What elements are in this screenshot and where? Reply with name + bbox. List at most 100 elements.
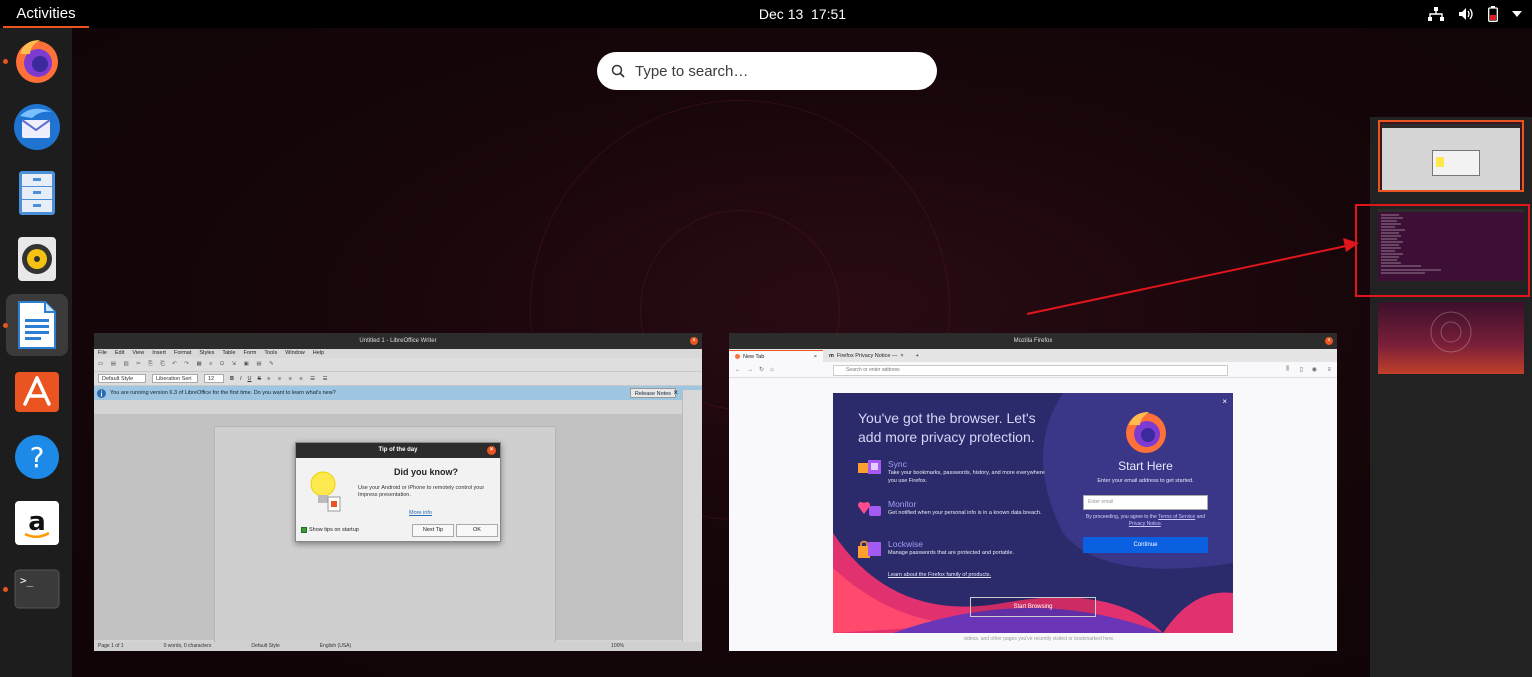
status-bar: Page 1 of 1 0 words, 0 characters Defaul… [94, 642, 702, 651]
library-icon[interactable]: ⫼ [1286, 366, 1289, 373]
underline-button[interactable]: U [248, 376, 252, 382]
dialog-heading: Did you know? [394, 467, 458, 477]
dialog-close-icon[interactable]: × [487, 446, 496, 455]
standard-toolbar[interactable]: ▭ ▤ ▥ ✂ ⎘ ⎗ ↶ ↷ ▦ ≡ Ω ⇲ ▣ ▤ ✎ [94, 358, 702, 372]
terms-of-service-link[interactable]: Terms of Service [1158, 514, 1195, 520]
menu-tools[interactable]: Tools [264, 349, 277, 358]
dock-amazon[interactable]: a [6, 492, 68, 554]
annotation-highlight-box [1355, 204, 1530, 297]
sidebar-icon[interactable]: ▯ [1300, 366, 1303, 373]
window-preview-firefox[interactable]: Mozilla Firefox × New Tab × m Firefox Pr… [729, 333, 1337, 651]
learn-more-link[interactable]: Learn about the Firefox family of produc… [888, 572, 991, 578]
account-icon[interactable]: ◉ [1312, 366, 1317, 373]
continue-button[interactable]: Continue [1083, 537, 1208, 553]
tab-close-icon[interactable]: × [814, 351, 817, 363]
menu-icon[interactable]: ≡ [1327, 367, 1331, 373]
font-name-select[interactable]: Liberation Seri [152, 374, 198, 383]
running-indicator [3, 323, 8, 328]
window-preview-writer[interactable]: Untitled 1 - LibreOffice Writer × File E… [94, 333, 702, 651]
reload-icon[interactable]: ↻ [759, 366, 764, 373]
url-bar[interactable]: Search or enter address [833, 365, 1228, 376]
menu-edit[interactable]: Edit [115, 349, 124, 358]
firefox-logo-icon [1126, 412, 1166, 453]
strike-button[interactable]: S [258, 376, 262, 382]
tab-new-tab[interactable]: New Tab × [729, 350, 823, 362]
top-bar: Activities Dec 13 17:51 [0, 0, 1532, 28]
battery-icon[interactable] [1488, 6, 1498, 22]
search-entry[interactable] [597, 52, 937, 90]
feature-desc: Manage passwords that are protected and … [888, 550, 1014, 556]
dock-help[interactable]: ? [6, 426, 68, 488]
dock-software[interactable] [6, 360, 68, 422]
volume-icon[interactable] [1458, 7, 1474, 21]
sidebar-deck[interactable] [682, 390, 702, 642]
svg-text:a: a [28, 507, 46, 537]
toolbar-icons[interactable]: ▭ ▤ ▥ ✂ ⎘ ⎗ ↶ ↷ ▦ ≡ Ω ⇲ ▣ ▤ ✎ [98, 361, 277, 368]
activities-button[interactable]: Activities [3, 0, 89, 28]
menu-window[interactable]: Window [285, 349, 305, 358]
clock[interactable]: Dec 13 17:51 [740, 0, 865, 28]
clock-time: 17:51 [811, 6, 847, 22]
network-wired-icon[interactable] [1428, 7, 1444, 21]
font-size-select[interactable]: 12 [204, 374, 224, 383]
menu-format[interactable]: Format [174, 349, 191, 358]
firefox-icon [16, 40, 58, 83]
menu-file[interactable]: File [98, 349, 107, 358]
search-input[interactable] [635, 62, 905, 80]
dock-writer[interactable] [3, 294, 68, 356]
workspace-switcher [1370, 117, 1532, 677]
workspace-thumbnail-1[interactable] [1378, 120, 1524, 192]
start-here-subtitle: Enter your email address to get started. [1097, 478, 1194, 484]
activity-footer-text: videos, and other pages you've recently … [963, 636, 1115, 642]
firefox-favicon-icon [735, 354, 740, 359]
bold-button[interactable]: B [230, 376, 234, 382]
dock-terminal[interactable]: >_ [3, 558, 68, 620]
terms-prefix: By proceeding, you agree to the [1085, 514, 1157, 520]
ok-button[interactable]: OK [456, 524, 498, 537]
files-icon [19, 171, 55, 215]
tab-privacy-notice[interactable]: m Firefox Privacy Notice — × [823, 350, 910, 362]
checkbox-checked-icon[interactable] [301, 527, 307, 533]
dock-files[interactable] [6, 162, 68, 224]
dock-firefox[interactable] [3, 30, 68, 92]
back-icon[interactable]: ← [735, 367, 741, 373]
menu-insert[interactable]: Insert [152, 349, 166, 358]
menu-bar: File Edit View Insert Format Styles Tabl… [94, 349, 702, 358]
menu-help[interactable]: Help [313, 349, 324, 358]
menu-view[interactable]: View [132, 349, 144, 358]
home-icon[interactable]: ⌂ [770, 367, 774, 373]
paragraph-style-select[interactable]: Default Style [98, 374, 146, 383]
show-tips-checkbox[interactable]: Show tips on startup [301, 527, 359, 533]
menu-form[interactable]: Form [244, 349, 257, 358]
tab-close-icon[interactable]: × [900, 350, 903, 362]
dock-thunderbird[interactable] [6, 96, 68, 158]
modal-close-icon[interactable]: × [1222, 397, 1227, 406]
more-info-link[interactable]: More info [409, 510, 432, 516]
privacy-notice-link[interactable]: Privacy Notice [1129, 521, 1161, 527]
menu-styles[interactable]: Styles [199, 349, 214, 358]
forward-icon[interactable]: → [747, 367, 753, 373]
next-tip-button[interactable]: Next Tip [412, 524, 454, 537]
software-icon [15, 372, 59, 412]
new-tab-button[interactable]: + [910, 350, 925, 362]
monitor-icon [858, 502, 881, 516]
align-buttons[interactable]: ≡ ≡ ≡ ≡ ☰ ☰ [267, 376, 330, 382]
menu-table[interactable]: Table [222, 349, 235, 358]
infobar-close-icon[interactable]: × [673, 386, 678, 400]
first-run-infobar: You are running version 6.3 of LibreOffi… [94, 386, 702, 400]
tab-bar: New Tab × m Firefox Privacy Notice — × + [729, 349, 1337, 362]
dock-rhythmbox[interactable] [6, 228, 68, 290]
italic-button[interactable]: I [240, 376, 242, 382]
close-icon[interactable]: × [1325, 337, 1333, 345]
system-menu-arrow-icon[interactable] [1512, 11, 1522, 17]
email-field[interactable]: Enter email [1083, 495, 1208, 510]
system-tray[interactable] [1428, 0, 1522, 28]
window-titlebar: Mozilla Firefox × [729, 333, 1337, 349]
feature-name: Sync [888, 459, 907, 469]
release-notes-button[interactable]: Release Notes [629, 388, 676, 398]
close-icon[interactable]: × [690, 337, 698, 345]
workspace-thumbnail-3[interactable] [1378, 302, 1524, 374]
formatting-toolbar[interactable]: Default Style Liberation Seri 12 B I U S… [94, 372, 702, 386]
start-browsing-button[interactable]: Start Browsing [970, 597, 1096, 617]
svg-text:>_: >_ [20, 574, 34, 587]
